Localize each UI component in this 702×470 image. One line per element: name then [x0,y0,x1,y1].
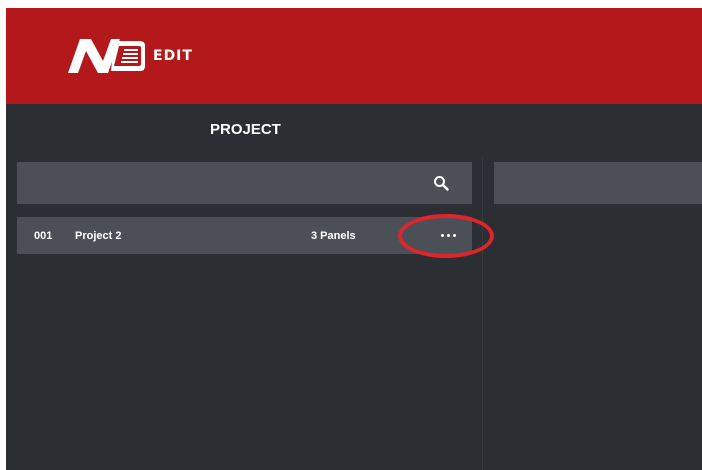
more-options-button[interactable] [436,224,460,246]
project-row[interactable]: 001 Project 2 3 Panels [17,217,472,254]
search-input[interactable] [17,162,472,204]
project-panel-count: 3 Panels [311,230,356,242]
more-horizontal-icon [447,234,450,237]
page-title: PROJECT [210,121,281,138]
ne-logo-icon [68,39,145,73]
app-name: EDIT [153,48,193,64]
more-horizontal-icon [453,234,456,237]
search-icon[interactable] [433,175,449,191]
project-number: 001 [34,230,53,242]
detail-search-input[interactable] [494,162,702,204]
project-name: Project 2 [75,230,122,242]
app-screen: EDIT PROJECT 001 Project 2 3 Panels [6,8,702,470]
panel-divider [482,158,483,470]
header-bar: EDIT [6,8,702,104]
more-horizontal-icon [441,234,444,237]
